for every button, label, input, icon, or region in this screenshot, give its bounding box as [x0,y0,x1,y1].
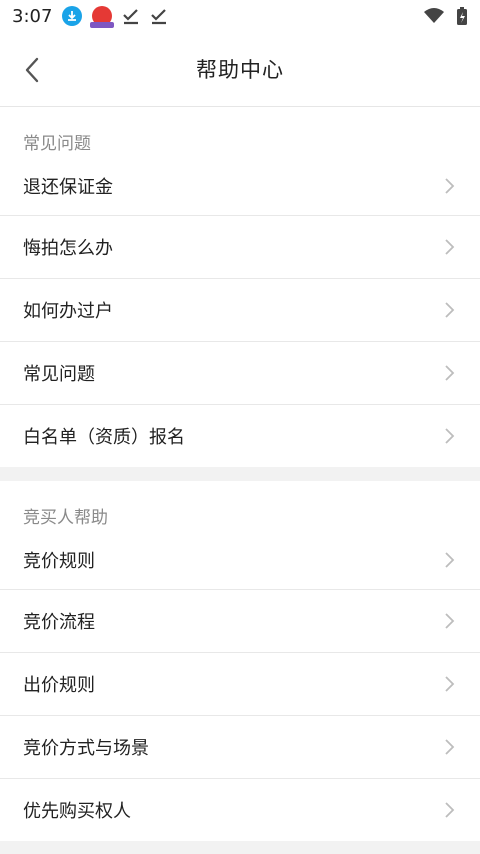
list-item[interactable]: 白名单（资质）报名 [0,404,480,467]
list-item-label: 如何办过户 [23,300,113,322]
section-header: 竞买人帮助 [23,508,108,528]
list-item-label: 出价规则 [23,674,95,696]
chevron-right-icon [445,364,455,381]
list-item[interactable]: 竞价流程 [0,589,480,652]
chevron-left-icon [25,57,39,83]
list-item-label: 悔拍怎么办 [23,237,113,259]
list-item[interactable]: 常见问题 [0,341,480,404]
list-item[interactable]: 悔拍怎么办 [0,215,480,278]
check-icon [123,9,139,25]
chevron-right-icon [445,675,455,692]
app-notification-icon [90,6,115,28]
list-item[interactable]: 优先购买权人 [0,778,480,841]
section-faq: 常见问题 退还保证金 悔拍怎么办 如何办过户 常见问题 白名单（资质）报名 [0,107,480,467]
list-item[interactable]: 如何办过户 [0,278,480,341]
list-item-label: 白名单（资质）报名 [23,426,185,448]
chevron-right-icon [445,178,455,194]
system-icons [424,6,468,26]
list-item-label: 常见问题 [23,363,95,385]
list-item-label: 退还保证金 [23,177,113,198]
page-title: 帮助中心 [196,58,284,82]
chevron-right-icon [445,427,455,444]
chevron-right-icon [445,738,455,755]
section-header: 常见问题 [23,134,91,154]
list-item-label: 竞价规则 [23,551,95,572]
wifi-icon [424,8,444,23]
list-item[interactable]: 退还保证金 [0,157,480,215]
list-item-label: 优先购买权人 [23,800,131,822]
status-bar: 3:07 [0,0,480,32]
chevron-right-icon [445,301,455,318]
status-time: 3:07 [12,5,53,27]
chevron-right-icon [445,801,455,818]
app-bar: 帮助中心 [0,32,480,107]
list-item[interactable]: 竞价规则 [0,531,480,589]
list-item[interactable]: 出价规则 [0,652,480,715]
chevron-right-icon [445,238,455,255]
battery-charging-icon [457,7,467,25]
list-item-label: 竞价方式与场景 [23,737,149,759]
check-icon [151,9,167,25]
section-divider [0,467,480,481]
notification-icons [62,6,168,28]
chevron-right-icon [445,612,455,629]
download-icon [62,6,83,26]
list-item[interactable]: 竞价方式与场景 [0,715,480,778]
section-bidder-help: 竞买人帮助 竞价规则 竞价流程 出价规则 竞价方式与场景 优先购买权人 [0,481,480,841]
chevron-right-icon [445,552,455,568]
list-item-label: 竞价流程 [23,611,95,633]
back-button[interactable] [16,54,48,86]
